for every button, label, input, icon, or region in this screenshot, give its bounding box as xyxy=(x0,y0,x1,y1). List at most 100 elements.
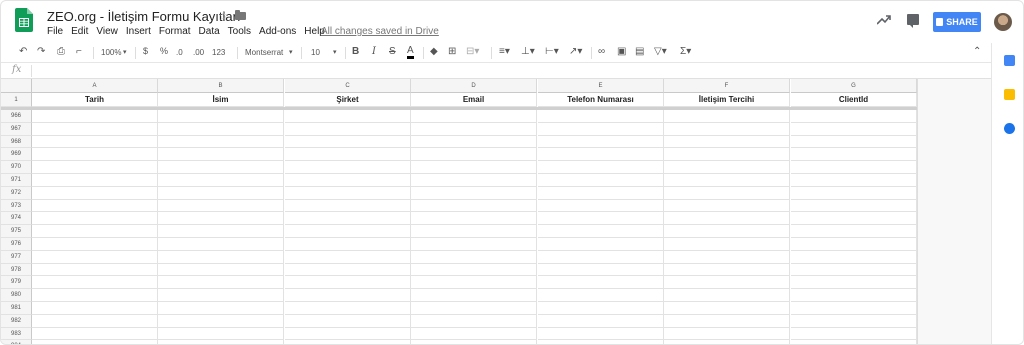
grid-cell[interactable] xyxy=(285,122,411,136)
grid-cell[interactable] xyxy=(411,122,537,136)
menu-addons[interactable]: Add-ons xyxy=(259,26,296,37)
grid-cell[interactable] xyxy=(791,250,917,264)
redo-icon[interactable]: ↷ xyxy=(37,46,45,57)
grid-cell[interactable] xyxy=(664,186,790,200)
grid-cell[interactable] xyxy=(791,238,917,251)
row-header[interactable]: 973 xyxy=(1,199,32,213)
vertical-align-icon[interactable]: ⊥▾ xyxy=(521,46,535,57)
grid-cell[interactable] xyxy=(411,186,537,200)
grid-cell[interactable] xyxy=(664,135,790,149)
grid-cell[interactable] xyxy=(538,148,664,162)
grid-cell[interactable] xyxy=(32,314,158,328)
font-size-dropdown-icon[interactable]: ▾ xyxy=(333,48,337,56)
grid-cell[interactable] xyxy=(664,161,790,174)
text-wrapping-icon[interactable]: ⊢▾ xyxy=(545,46,559,57)
grid-cell[interactable] xyxy=(411,314,537,328)
more-formats-button[interactable]: 123 xyxy=(212,48,225,57)
menu-data[interactable]: Data xyxy=(199,26,220,37)
grid-cell[interactable] xyxy=(664,110,790,123)
grid-cell[interactable] xyxy=(538,161,664,174)
grid-cell[interactable] xyxy=(664,212,790,226)
grid-cell[interactable] xyxy=(32,122,158,136)
grid-cell[interactable] xyxy=(285,161,411,174)
column-header-1[interactable]: B xyxy=(158,79,284,93)
fill-color-icon[interactable]: ◆ xyxy=(430,46,438,57)
menu-file[interactable]: File xyxy=(47,26,63,37)
horizontal-align-icon[interactable]: ≡▾ xyxy=(499,46,510,57)
grid-cell[interactable] xyxy=(791,122,917,136)
grid-cell[interactable] xyxy=(285,212,411,226)
grid-cell[interactable] xyxy=(791,161,917,174)
grid-cell[interactable] xyxy=(158,340,284,344)
text-rotation-icon[interactable]: ↗▾ xyxy=(569,46,582,57)
star-icon[interactable]: ☆ xyxy=(218,9,229,23)
row-header[interactable]: 980 xyxy=(1,289,32,302)
grid-cell[interactable] xyxy=(538,174,664,187)
activity-trend-icon[interactable] xyxy=(877,14,891,26)
grid-cell[interactable] xyxy=(158,148,284,162)
collapse-toolbar-icon[interactable]: ⌃ xyxy=(973,46,981,57)
grid-cell[interactable] xyxy=(664,327,790,341)
grid-cell[interactable] xyxy=(32,186,158,200)
row-header[interactable]: 982 xyxy=(1,314,32,328)
grid-cell[interactable] xyxy=(664,276,790,290)
insert-chart-icon[interactable]: ▤ xyxy=(635,46,644,57)
menu-format[interactable]: Format xyxy=(159,26,191,37)
sheets-logo-icon[interactable] xyxy=(15,8,33,32)
grid-cell[interactable] xyxy=(32,174,158,187)
grid-cell[interactable] xyxy=(285,225,411,238)
grid-cell[interactable] xyxy=(158,289,284,302)
grid-cell[interactable] xyxy=(791,263,917,277)
grid-cell[interactable] xyxy=(32,302,158,315)
grid-cell[interactable] xyxy=(32,135,158,149)
row-header[interactable]: 968 xyxy=(1,135,32,149)
grid-cell[interactable] xyxy=(158,174,284,187)
grid-cell[interactable] xyxy=(664,199,790,213)
grid-cell[interactable] xyxy=(664,148,790,162)
print-icon[interactable]: ⎙ xyxy=(57,46,65,57)
grid-cell[interactable] xyxy=(32,263,158,277)
row-header[interactable]: 977 xyxy=(1,250,32,264)
grid-cell[interactable] xyxy=(158,122,284,136)
grid-cell[interactable] xyxy=(158,263,284,277)
grid-cell[interactable] xyxy=(285,314,411,328)
font-dropdown-icon[interactable]: ▾ xyxy=(289,48,293,56)
grid-cell[interactable] xyxy=(158,186,284,200)
grid-cell[interactable] xyxy=(664,174,790,187)
grid-cell[interactable] xyxy=(791,186,917,200)
grid-cell[interactable] xyxy=(32,110,158,123)
row-header[interactable]: 969 xyxy=(1,148,32,162)
grid-cell[interactable] xyxy=(285,135,411,149)
grid-cell[interactable] xyxy=(411,276,537,290)
percent-format-button[interactable]: % xyxy=(160,46,168,56)
grid-cell[interactable] xyxy=(32,250,158,264)
grid-cell[interactable] xyxy=(538,276,664,290)
row-header[interactable]: 967 xyxy=(1,122,32,136)
column-header-5[interactable]: F xyxy=(664,79,790,93)
paint-format-icon[interactable]: ⌐ xyxy=(76,46,82,57)
grid-cell[interactable] xyxy=(411,250,537,264)
italic-button[interactable]: I xyxy=(372,46,376,57)
grid-cell[interactable] xyxy=(538,135,664,149)
zoom-dropdown-icon[interactable]: ▾ xyxy=(123,48,127,56)
grid-cell[interactable] xyxy=(158,302,284,315)
grid-cell[interactable] xyxy=(791,289,917,302)
grid-cell[interactable] xyxy=(411,174,537,187)
column-header-0[interactable]: A xyxy=(32,79,158,93)
menu-view[interactable]: View xyxy=(96,26,118,37)
header-cell[interactable]: Tarih xyxy=(32,93,158,107)
grid-cell[interactable] xyxy=(538,225,664,238)
grid-cell[interactable] xyxy=(285,250,411,264)
grid-cell[interactable] xyxy=(664,250,790,264)
grid-cell[interactable] xyxy=(791,135,917,149)
grid-cell[interactable] xyxy=(791,110,917,123)
grid-cell[interactable] xyxy=(791,340,917,344)
grid-cell[interactable] xyxy=(411,238,537,251)
grid-cell[interactable] xyxy=(791,276,917,290)
grid-cell[interactable] xyxy=(791,225,917,238)
column-header-4[interactable]: E xyxy=(538,79,664,93)
grid-cell[interactable] xyxy=(411,161,537,174)
avatar[interactable] xyxy=(994,13,1012,31)
functions-button[interactable]: Σ▾ xyxy=(680,46,691,57)
select-all-corner[interactable] xyxy=(1,79,32,93)
